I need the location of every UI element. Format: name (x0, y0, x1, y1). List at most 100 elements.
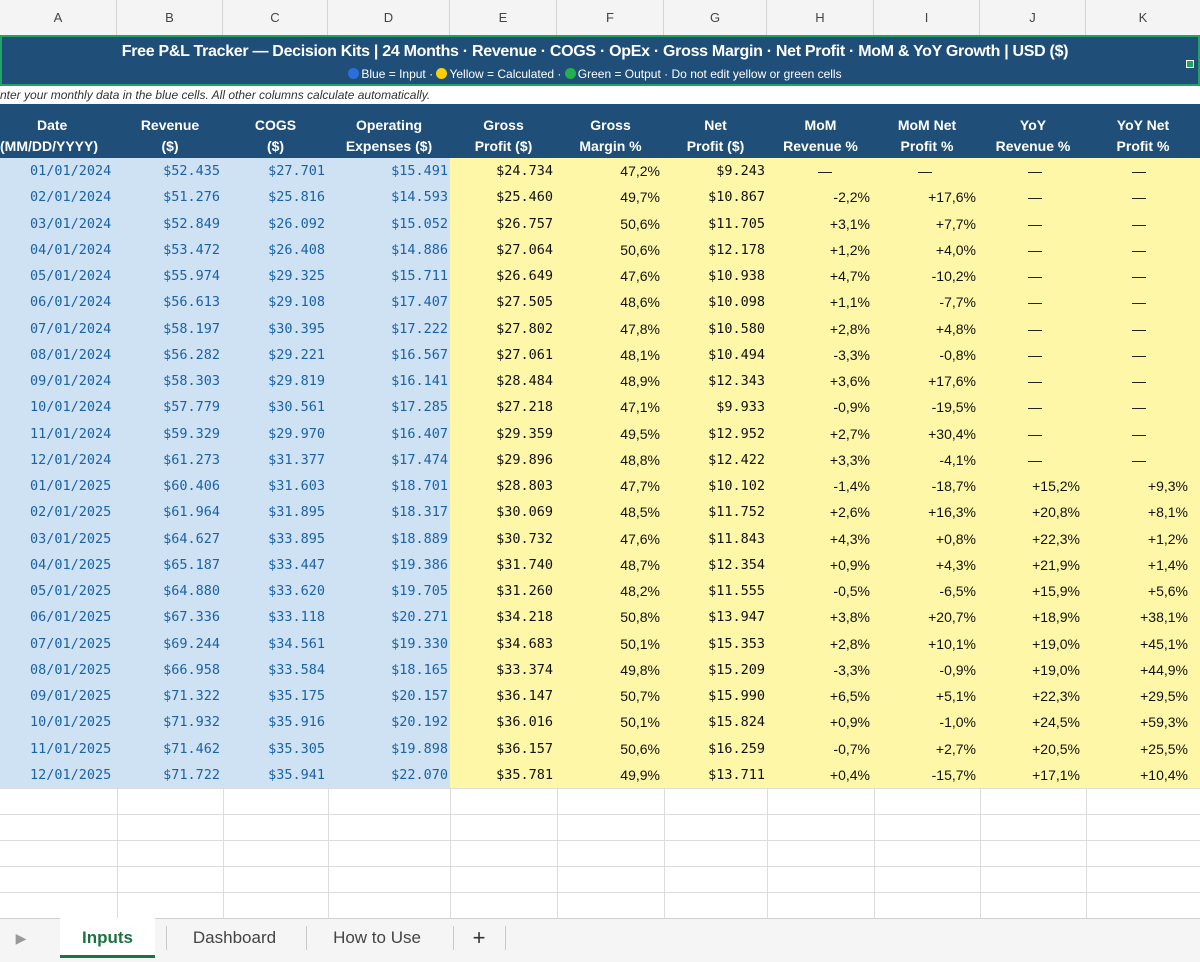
cell-revenue[interactable]: $60.406 (150, 473, 220, 499)
cell-revenue[interactable]: $71.722 (150, 762, 220, 788)
cell-gross-margin[interactable]: 49,5% (580, 421, 660, 447)
cell-mom-revenue[interactable]: +1,2% (780, 237, 870, 263)
cell-cogs[interactable]: $29.970 (255, 421, 325, 447)
header-yoy-net-profit[interactable]: YoY Net Profit % (1086, 104, 1200, 158)
cell-revenue[interactable]: $71.932 (150, 709, 220, 735)
cell-revenue[interactable]: $56.613 (150, 289, 220, 315)
header-revenue[interactable]: Revenue ($) (117, 104, 223, 158)
cell-mom-net-profit[interactable]: -6,5% (880, 578, 976, 604)
cell-cogs[interactable]: $35.916 (255, 709, 325, 735)
cell-yoy-net-profit[interactable]: — (1124, 263, 1154, 289)
cell-yoy-net-profit[interactable]: +44,9% (1090, 657, 1188, 683)
cell-gross-margin[interactable]: 49,9% (580, 762, 660, 788)
cell-date[interactable]: 07/01/2024 (30, 316, 130, 342)
cell-mom-net-profit[interactable]: -18,7% (880, 473, 976, 499)
cell-opex[interactable]: $20.271 (370, 604, 448, 630)
cell-cogs[interactable]: $34.561 (255, 631, 325, 657)
cell-net-profit[interactable]: $11.752 (680, 499, 765, 525)
cell-gross-margin[interactable]: 48,6% (580, 289, 660, 315)
header-cogs[interactable]: COGS ($) (223, 104, 328, 158)
cell-date[interactable]: 03/01/2024 (30, 211, 130, 237)
cell-opex[interactable]: $15.052 (370, 211, 448, 237)
cell-yoy-net-profit[interactable]: — (1124, 316, 1154, 342)
cell-revenue[interactable]: $58.303 (150, 368, 220, 394)
cell-gross-margin[interactable]: 50,6% (580, 736, 660, 762)
cell-cogs[interactable]: $35.175 (255, 683, 325, 709)
cell-gross-margin[interactable]: 48,9% (580, 368, 660, 394)
cell-net-profit[interactable]: $12.952 (680, 421, 765, 447)
cell-gross-margin[interactable]: 47,6% (580, 526, 660, 552)
cell-gross-profit[interactable]: $27.218 (470, 394, 553, 420)
cell-opex[interactable]: $19.705 (370, 578, 448, 604)
cell-net-profit[interactable]: $13.711 (680, 762, 765, 788)
cell-mom-revenue[interactable]: -0,9% (780, 394, 870, 420)
cell-revenue[interactable]: $64.880 (150, 578, 220, 604)
cell-gross-profit[interactable]: $26.649 (470, 263, 553, 289)
cell-mom-net-profit[interactable]: +30,4% (880, 421, 976, 447)
cell-yoy-net-profit[interactable]: +45,1% (1090, 631, 1188, 657)
cell-gross-margin[interactable]: 48,2% (580, 578, 660, 604)
cell-net-profit[interactable]: $15.824 (680, 709, 765, 735)
cell-mom-net-profit[interactable]: -10,2% (880, 263, 976, 289)
cell-mom-net-profit[interactable]: -1,0% (880, 709, 976, 735)
cell-cogs[interactable]: $35.941 (255, 762, 325, 788)
cell-yoy-revenue[interactable]: — (1020, 342, 1050, 368)
cell-date[interactable]: 01/01/2024 (30, 158, 130, 184)
cell-cogs[interactable]: $33.447 (255, 552, 325, 578)
cell-mom-net-profit[interactable]: +4,8% (880, 316, 976, 342)
cell-mom-revenue[interactable]: -3,3% (780, 657, 870, 683)
cell-net-profit[interactable]: $11.705 (680, 211, 765, 237)
cell-revenue[interactable]: $56.282 (150, 342, 220, 368)
cell-mom-net-profit[interactable]: +4,0% (880, 237, 976, 263)
cell-net-profit[interactable]: $15.990 (680, 683, 765, 709)
cell-yoy-revenue[interactable]: +20,5% (990, 736, 1080, 762)
cell-yoy-revenue[interactable]: — (1020, 394, 1050, 420)
cell-yoy-revenue[interactable]: +24,5% (990, 709, 1080, 735)
cell-gross-profit[interactable]: $27.061 (470, 342, 553, 368)
column-header-e[interactable]: E (450, 0, 557, 35)
cell-gross-profit[interactable]: $28.484 (470, 368, 553, 394)
cell-gross-profit[interactable]: $27.802 (470, 316, 553, 342)
cell-gross-margin[interactable]: 48,8% (580, 447, 660, 473)
cell-gross-profit[interactable]: $36.016 (470, 709, 553, 735)
cell-gross-profit[interactable]: $27.505 (470, 289, 553, 315)
cell-yoy-net-profit[interactable]: +9,3% (1090, 473, 1188, 499)
cell-gross-margin[interactable]: 48,7% (580, 552, 660, 578)
cell-gross-margin[interactable]: 47,7% (580, 473, 660, 499)
cell-revenue[interactable]: $53.472 (150, 237, 220, 263)
cell-net-profit[interactable]: $12.178 (680, 237, 765, 263)
cell-net-profit[interactable]: $16.259 (680, 736, 765, 762)
cell-net-profit[interactable]: $12.422 (680, 447, 765, 473)
cell-gross-profit[interactable]: $25.460 (470, 184, 553, 210)
cell-yoy-net-profit[interactable]: +1,2% (1090, 526, 1188, 552)
cell-mom-revenue[interactable]: +2,6% (780, 499, 870, 525)
header-mom-net-profit[interactable]: MoM Net Profit % (874, 104, 980, 158)
cell-net-profit[interactable]: $10.580 (680, 316, 765, 342)
cell-date[interactable]: 06/01/2025 (30, 604, 130, 630)
cell-mom-net-profit[interactable]: -0,8% (880, 342, 976, 368)
cell-yoy-revenue[interactable]: +17,1% (990, 762, 1080, 788)
add-sheet-icon[interactable]: + (463, 918, 495, 958)
cell-date[interactable]: 05/01/2024 (30, 263, 130, 289)
cell-yoy-revenue[interactable]: +22,3% (990, 683, 1080, 709)
column-header-d[interactable]: D (328, 0, 450, 35)
cell-gross-profit[interactable]: $29.359 (470, 421, 553, 447)
cell-mom-net-profit[interactable]: +20,7% (880, 604, 976, 630)
cell-date[interactable]: 09/01/2024 (30, 368, 130, 394)
cell-yoy-revenue[interactable]: +15,2% (990, 473, 1080, 499)
cell-mom-net-profit[interactable]: +17,6% (880, 184, 976, 210)
tab-inputs[interactable]: Inputs (60, 918, 155, 958)
cell-yoy-net-profit[interactable]: — (1124, 447, 1154, 473)
cell-opex[interactable]: $18.889 (370, 526, 448, 552)
cell-revenue[interactable]: $64.627 (150, 526, 220, 552)
cell-net-profit[interactable]: $11.555 (680, 578, 765, 604)
column-header-i[interactable]: I (874, 0, 980, 35)
cell-yoy-revenue[interactable]: — (1020, 237, 1050, 263)
cell-revenue[interactable]: $55.974 (150, 263, 220, 289)
cell-mom-net-profit[interactable]: +16,3% (880, 499, 976, 525)
cell-mom-revenue[interactable]: -0,7% (780, 736, 870, 762)
cell-date[interactable]: 12/01/2024 (30, 447, 130, 473)
cell-date[interactable]: 08/01/2025 (30, 657, 130, 683)
cell-mom-revenue[interactable]: +1,1% (780, 289, 870, 315)
cell-net-profit[interactable]: $12.354 (680, 552, 765, 578)
